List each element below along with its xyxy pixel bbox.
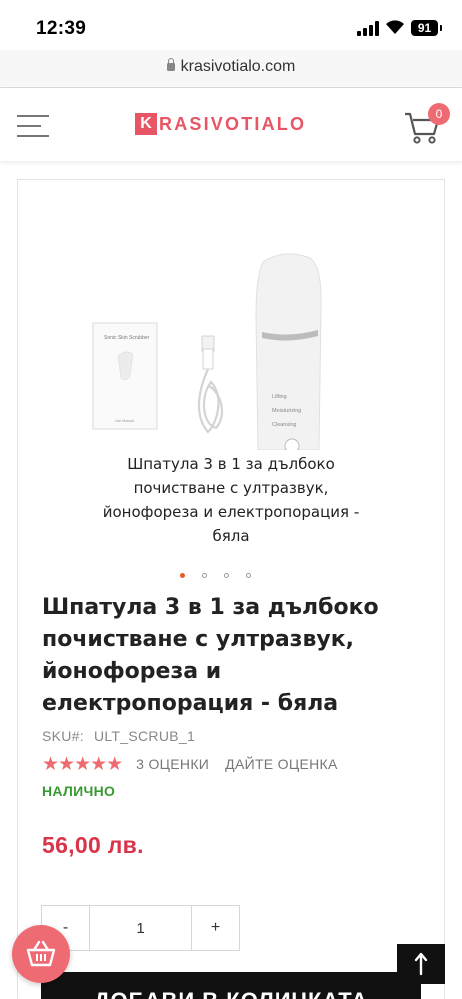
carousel-dot-2[interactable] [202, 572, 207, 578]
quantity-increase-button[interactable]: + [192, 906, 239, 950]
sku-value: ULT_SCRUB_1 [93, 728, 196, 744]
status-time: 12:39 [36, 18, 87, 39]
add-rating-link[interactable]: ДАЙТЕ ОЦЕНКА [225, 756, 337, 772]
hamburger-menu-icon[interactable] [17, 115, 49, 137]
product-title: Шпатула 3 в 1 за дълбоко почистване с ул… [42, 595, 379, 716]
battery-icon: 91 [411, 20, 442, 36]
carousel-dot-4[interactable] [246, 572, 251, 578]
site-header: K RASIVOTIALO [0, 89, 462, 161]
back-to-top-button[interactable] [397, 944, 445, 984]
add-to-cart-button[interactable]: ДОБАВИ В КОЛИЧКАТА [41, 972, 421, 999]
box-label: Sonic Skin Scrubber [104, 335, 150, 341]
device-label-3: Cleansing [272, 422, 296, 428]
sku-label: SKU#: [42, 728, 84, 744]
url-display[interactable]: krasivotialo.com [0, 58, 462, 76]
site-logo[interactable]: K RASIVOTIALO [135, 113, 306, 135]
image-carousel-dots [180, 570, 268, 580]
device-label-1: Lifting [272, 394, 287, 400]
lock-icon [166, 58, 175, 71]
status-bar: 12:39 91 [0, 0, 462, 50]
rating-count-link[interactable]: 3 ОЦЕНКИ [136, 756, 209, 772]
product-image[interactable]: Sonic Skin Scrubber Use Manual Lifting M… [88, 246, 378, 454]
basket-icon[interactable] [12, 925, 70, 983]
quantity-stepper: - 1 + [41, 905, 240, 951]
image-caption: Шпатула 3 в 1 за дълбоко почистване с ул… [102, 455, 360, 545]
quantity-input[interactable]: 1 [89, 906, 192, 950]
price: 56,00 лв. [42, 832, 144, 858]
cell-signal-icon [357, 21, 379, 36]
arrow-up-icon [414, 952, 428, 976]
rating-stars-icon: ★★★★★ [42, 753, 123, 775]
rating-row: ★★★★★ 3 ОЦЕНКИ ДАЙТЕ ОЦЕНКА [42, 753, 338, 775]
sku: SKU#: ULT_SCRUB_1 [42, 728, 195, 744]
cart-count-badge[interactable]: 0 [428, 103, 450, 125]
carousel-dot-1[interactable] [180, 572, 185, 578]
logo-k-mark: K [135, 113, 157, 135]
box-sublabel: Use Manual [115, 419, 134, 423]
carousel-dot-3[interactable] [224, 572, 229, 578]
stock-status: НАЛИЧНО [42, 783, 116, 799]
logo-wordmark: RASIVOTIALO [159, 113, 307, 134]
wifi-icon [385, 19, 405, 35]
url-text: krasivotialo.com [180, 58, 296, 75]
device-label-2: Moisturizing [272, 408, 301, 414]
browser-url-bar[interactable]: krasivotialo.com [0, 50, 462, 88]
